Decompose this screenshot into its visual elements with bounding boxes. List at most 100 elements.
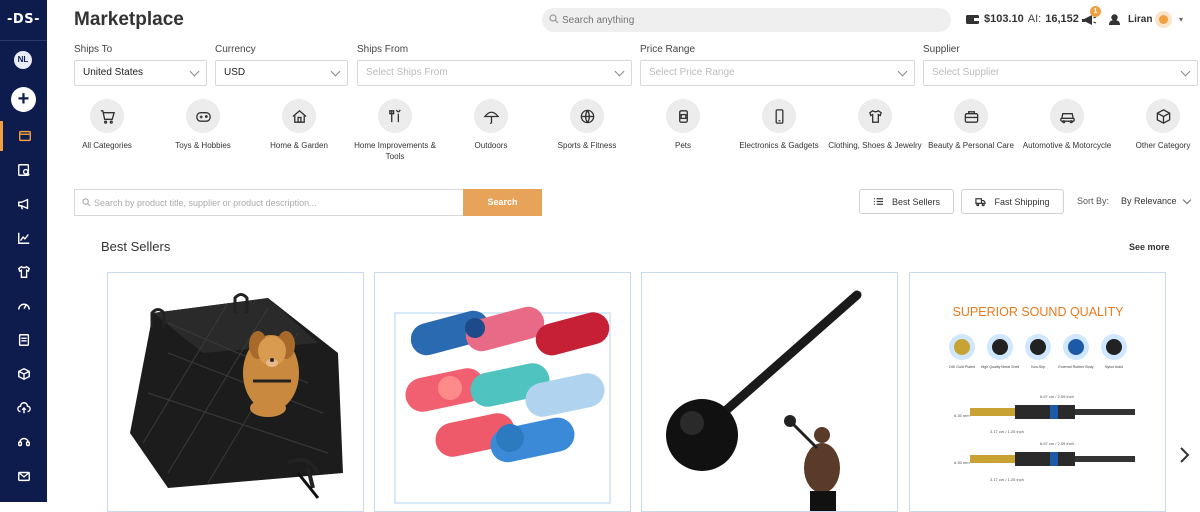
sidebar-item-import[interactable] [0, 393, 47, 423]
sidebar-item-inventory[interactable] [0, 359, 47, 389]
category-label: All Categories [82, 141, 132, 150]
category-label: Outdoors [474, 141, 508, 150]
chevron-down-icon [330, 66, 341, 77]
category-home-garden[interactable]: Home & Garden [249, 99, 349, 151]
dimension-label: 3.17 cm / 1.25 inch [990, 429, 1024, 434]
search-icon [549, 14, 559, 24]
category-toys[interactable]: Toys & Hobbies [153, 99, 253, 151]
sidebar-divider [0, 40, 47, 41]
sidebar-item-analytics[interactable] [0, 223, 47, 253]
gamepad-icon [195, 111, 211, 122]
sidebar-item-messages[interactable] [0, 461, 47, 491]
user-name[interactable]: Liran [1128, 14, 1152, 25]
notification-count: 1 [1090, 6, 1101, 17]
category-pets[interactable]: Pets [633, 99, 733, 151]
sidebar-item-marketing[interactable] [0, 189, 47, 219]
sidebar-item-orders[interactable] [0, 325, 47, 355]
wallet-balance[interactable]: $103.10 AI: 16,152 [965, 13, 1079, 25]
product-card[interactable] [374, 272, 631, 512]
currency-select[interactable]: USD [215, 60, 348, 86]
chevron-down-icon[interactable] [1182, 195, 1192, 205]
feature-label: Non-Slip [1031, 365, 1045, 369]
product-image-dog-seat-cover [130, 293, 343, 499]
product-card[interactable]: SUPERIOR SOUND QUALITY 24K Gold Plated H… [909, 272, 1166, 512]
category-label: Sports & Fitness [557, 141, 617, 150]
logo[interactable]: -DS- [0, 12, 47, 27]
category-beauty[interactable]: Beauty & Personal Care [921, 99, 1021, 151]
category-electronics[interactable]: Electronics & Gadgets [729, 99, 829, 151]
price-range-label: Price Range [640, 44, 696, 55]
best-sellers-label: Best Sellers [891, 196, 941, 207]
category-label: Clothing, Shoes & Jewelry [828, 141, 922, 150]
category-label: Pets [674, 141, 691, 150]
category-label: Toys & Hobbies [175, 141, 231, 150]
global-search-input[interactable] [542, 8, 951, 32]
chevron-down-icon[interactable]: ▾ [1179, 15, 1183, 24]
shirt-icon [17, 265, 30, 278]
balance-value: $103.10 [984, 13, 1024, 25]
supplier-label: Supplier [923, 44, 960, 55]
section-title: Best Sellers [101, 239, 171, 254]
product-search-input[interactable]: Search by product title, supplier or pro… [74, 189, 464, 216]
feature-label: External Rubber Body [1058, 365, 1093, 369]
car-icon [1059, 112, 1075, 123]
category-automotive[interactable]: Automotive & Motorcycle [1017, 99, 1117, 151]
product-card[interactable] [107, 272, 364, 512]
cloud-user-icon [1109, 14, 1120, 25]
category-other[interactable]: Other Category [1113, 99, 1200, 151]
product-headline: SUPERIOR SOUND QUALITY [953, 305, 1125, 319]
ships-from-select[interactable]: Select Ships From [357, 60, 632, 86]
category-outdoors[interactable]: Outdoors [441, 99, 541, 151]
product-image-steel-mace [666, 290, 862, 511]
cloud-upload-icon [16, 402, 31, 414]
product-card[interactable] [641, 272, 898, 512]
chevron-right-icon[interactable] [1178, 446, 1190, 464]
ai-credits-label: AI: [1027, 13, 1042, 25]
dimension-label: 3.17 cm / 1.25 inch [990, 477, 1024, 482]
page-title: Marketplace [74, 9, 184, 30]
dimension-label: 6.67 cm / 2.59 inch [1040, 394, 1074, 399]
mail-icon [17, 471, 30, 482]
wallet-icon [966, 15, 979, 24]
list-icon [873, 198, 884, 205]
pet-food-icon [678, 109, 688, 123]
ships-to-select[interactable]: United States [74, 60, 207, 86]
sidebar-item-catalog[interactable] [0, 155, 47, 185]
user-badge[interactable]: NL [14, 51, 32, 69]
category-clothing[interactable]: Clothing, Shoes & Jewelry [825, 99, 925, 151]
store-icon [19, 130, 31, 142]
fast-shipping-label: Fast Shipping [994, 196, 1050, 207]
category-sports[interactable]: Sports & Fitness [537, 99, 637, 151]
avatar[interactable] [1155, 11, 1172, 28]
price-range-select[interactable]: Select Price Range [640, 60, 915, 86]
dimension-label: 6.67 cm / 2.59 inch [1040, 441, 1074, 446]
chevron-down-icon [897, 66, 908, 77]
chevron-down-icon [189, 66, 200, 77]
sort-select[interactable]: By Relevance [1121, 196, 1177, 206]
ai-credits-value: 16,152 [1045, 13, 1079, 25]
search-button[interactable]: Search [463, 189, 542, 216]
see-more-link[interactable]: See more [1129, 242, 1170, 252]
best-sellers-button[interactable]: Best Sellers [859, 189, 954, 214]
beauty-case-icon [964, 110, 978, 123]
category-home-improvements[interactable]: Home Improvements & Tools [345, 99, 445, 162]
sidebar-item-store[interactable] [0, 121, 47, 151]
category-label: Electronics & Gadgets [739, 141, 819, 150]
supplier-select[interactable]: Select Supplier [923, 60, 1198, 86]
sidebar: -DS- NL + [0, 0, 47, 502]
category-all[interactable]: All Categories [57, 99, 157, 151]
product-image-water-bottles [394, 306, 611, 504]
fast-shipping-button[interactable]: Fast Shipping [961, 189, 1064, 214]
plug-size-label: 6.35 mm [954, 460, 970, 465]
chevron-down-icon [614, 66, 625, 77]
sidebar-item-performance[interactable] [0, 291, 47, 321]
box-icon [17, 367, 30, 381]
search-icon [82, 198, 91, 207]
category-label: Home & Garden [270, 141, 328, 150]
tools-icon [388, 109, 401, 122]
box-icon [1156, 108, 1170, 124]
basketball-icon [580, 109, 594, 123]
sidebar-item-support[interactable] [0, 427, 47, 457]
add-button[interactable]: + [11, 87, 36, 112]
sidebar-item-products[interactable] [0, 257, 47, 287]
